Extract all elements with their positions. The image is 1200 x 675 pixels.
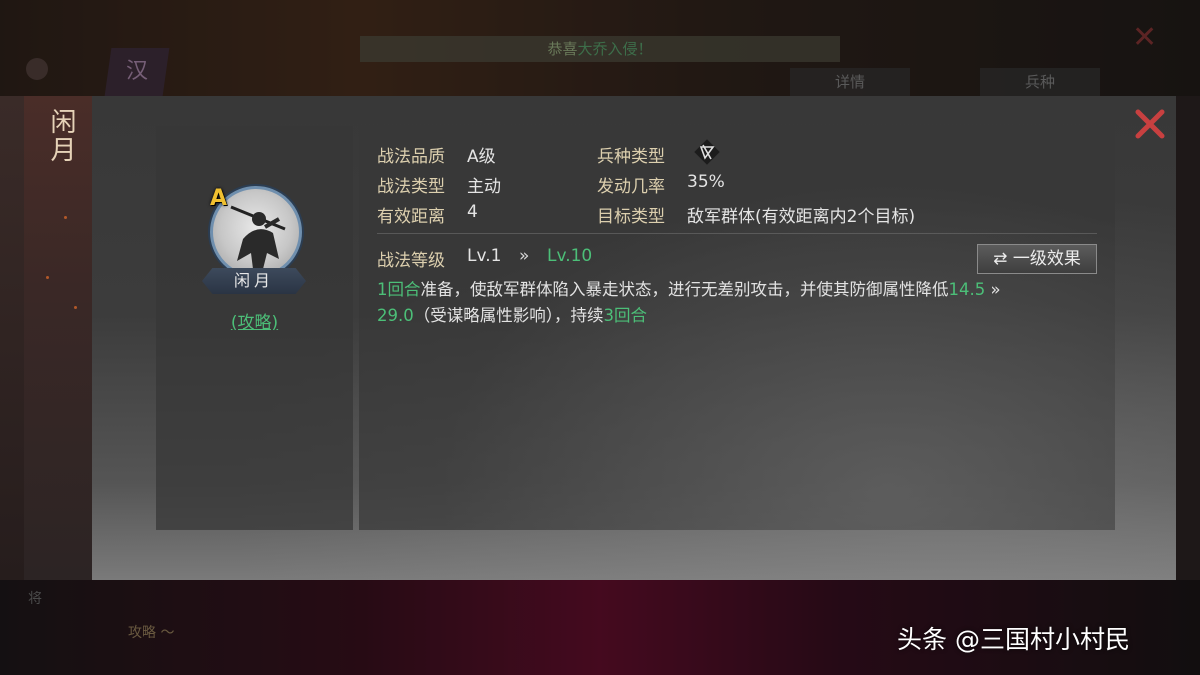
background-scene-right: [1176, 96, 1200, 580]
description-text-1: 准备，使敌军群体陷入暴走状态，进行无差别攻击，并使其防御属性降低: [420, 280, 949, 299]
skill-type-label: 战法类型: [377, 177, 445, 197]
skill-name-plate: 闲月: [202, 268, 306, 294]
current-level: Lv.1: [467, 246, 502, 266]
hero-card: A 闲月 (攻略): [156, 126, 353, 530]
trigger-rate-label: 发动几率: [597, 177, 665, 197]
level-arrow-icon: »: [519, 246, 530, 266]
defense-reduction-max: 29.0: [377, 306, 414, 325]
range-label: 有效距离: [377, 207, 445, 227]
swap-icon: ⇄: [993, 249, 1008, 269]
prep-rounds: 1回合: [377, 280, 421, 299]
background-footer-text: 攻略 ～: [128, 625, 175, 641]
effect-button-label: 一级效果: [1012, 249, 1081, 269]
level-effect-toggle-button[interactable]: ⇄ 一级效果: [977, 244, 1097, 274]
background-faction-emblem: 汉: [104, 48, 170, 96]
skill-detail-panel: 战法品质 A级 兵种类型 战法类型 主动 发动几率 35% 有效距离 4 目标类…: [359, 126, 1115, 530]
grade-badge: A: [210, 186, 228, 211]
watermark: 头条 @三国村小村民: [897, 625, 1130, 654]
dialog-title: 闲月: [46, 108, 76, 164]
background-side-glyph: 将: [28, 591, 42, 607]
max-level: Lv.10: [547, 246, 593, 266]
ember-decoration: [64, 216, 67, 219]
skill-detail-dialog: 闲月 A 闲月 (攻略) 战法品质 A级 兵种类型 战法类型 主动 发动几率 3…: [24, 96, 1176, 580]
trigger-rate-value: 35%: [687, 172, 725, 192]
range-value: 4: [467, 202, 478, 222]
quality-label: 战法品质: [377, 147, 445, 167]
strategy-link[interactable]: (攻略): [156, 308, 353, 333]
target-type-value: 敌军群体(有效距离内2个目标): [687, 207, 916, 227]
ember-decoration: [74, 306, 77, 309]
skill-description: 1回合准备，使敌军群体陷入暴走状态，进行无差别攻击，并使其防御属性降低14.5 …: [377, 277, 1097, 329]
defense-reduction-min: 14.5: [948, 280, 986, 299]
background-banner: 恭喜大乔入侵！: [360, 36, 840, 62]
background-tab-troops: 兵种: [980, 68, 1100, 96]
troop-type-label: 兵种类型: [597, 147, 665, 167]
skill-type-value: 主动: [467, 177, 501, 197]
duration-rounds: 3回合: [603, 306, 648, 325]
skill-level-label: 战法等级: [377, 251, 445, 271]
section-divider: [377, 233, 1097, 234]
background-avatar-icon: [26, 58, 48, 80]
dialog-title-strip: 闲月: [24, 96, 92, 580]
close-button[interactable]: [1130, 104, 1170, 144]
background-close-icon: ✕: [1132, 20, 1158, 55]
close-icon: [1135, 109, 1165, 139]
ember-decoration: [46, 276, 49, 279]
target-type-label: 目标类型: [597, 207, 665, 227]
description-text-2: （受谋略属性影响），持续: [413, 306, 604, 325]
description-arrow: »: [985, 280, 1001, 299]
bow-troop-icon: [694, 139, 720, 165]
quality-value: A级: [467, 147, 496, 167]
background-tab-details: 详情: [790, 68, 910, 96]
